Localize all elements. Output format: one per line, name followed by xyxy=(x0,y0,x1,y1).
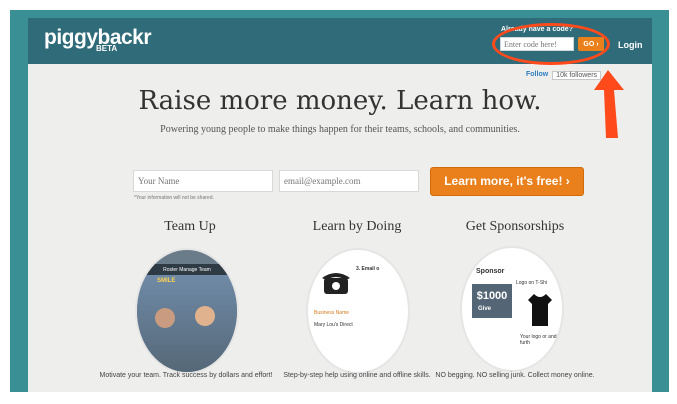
screenshot-frame: piggybackr BETA Already have a code? GO … xyxy=(0,0,677,404)
team-photo xyxy=(137,275,237,372)
team-up-illustration: Roster Manage Team SMILE xyxy=(135,248,239,374)
feature-get-sponsorships: Get Sponsorships xyxy=(425,219,605,235)
learn-by-doing-illustration: 3. Email o Business Name Mary Lou's Dire… xyxy=(306,248,410,374)
email-field[interactable] xyxy=(279,170,419,192)
business-name-label: Business Name xyxy=(314,310,350,316)
login-link[interactable]: Login xyxy=(618,40,643,50)
hero-headline: Raise more money. Learn how. xyxy=(138,86,542,116)
sponsor-label: Sponsor xyxy=(476,268,505,275)
landing-page: piggybackr BETA Already have a code? GO … xyxy=(28,18,652,392)
hero-subheadline: Powering young people to make things hap… xyxy=(160,124,520,135)
feature-caption: Step-by-step help using online and offli… xyxy=(283,372,431,379)
person-icon xyxy=(195,306,215,326)
feature-caption: Motivate your team. Track success by dol… xyxy=(99,372,273,379)
feature-team-up: Team Up xyxy=(100,219,280,235)
learn-more-button[interactable]: Learn more, it's free! › xyxy=(430,167,584,196)
beta-label: BETA xyxy=(96,44,118,53)
feature-caption: NO begging. NO selling junk. Collect mon… xyxy=(435,372,595,379)
twitter-follow-button[interactable]: Follow xyxy=(526,71,548,80)
follower-count: 10k followers xyxy=(552,71,602,80)
business-name-value: Mary Lou's Direct xyxy=(314,322,353,328)
feature-title: Get Sponsorships xyxy=(465,219,565,234)
feature-title: Team Up xyxy=(164,219,216,234)
your-logo-label: Your logo or and furth xyxy=(520,334,557,346)
give-label: Give xyxy=(478,306,492,312)
step-email: 3. Email o xyxy=(356,266,380,272)
tshirt-icon xyxy=(528,294,552,326)
feature-learn-by-doing: Learn by Doing xyxy=(267,219,447,235)
social-bar: Follow 10k followers xyxy=(526,71,602,80)
person-icon xyxy=(155,308,175,328)
logo-on-shirt-label: Logo on T-Shi xyxy=(516,280,548,286)
sponsorships-illustration: Sponsor $1000 Give Logo on T-Shi Your lo… xyxy=(460,246,564,372)
sponsor-amount: $1000 xyxy=(472,284,512,318)
feature-title: Learn by Doing xyxy=(312,219,402,234)
annotation-circle xyxy=(492,23,610,65)
phone-icon xyxy=(322,273,350,294)
privacy-note: *Your information will not be shared. xyxy=(134,195,214,201)
smile-label: SMILE xyxy=(157,278,176,284)
browser-viewport: piggybackr BETA Already have a code? GO … xyxy=(10,10,669,392)
name-field[interactable] xyxy=(133,170,273,192)
